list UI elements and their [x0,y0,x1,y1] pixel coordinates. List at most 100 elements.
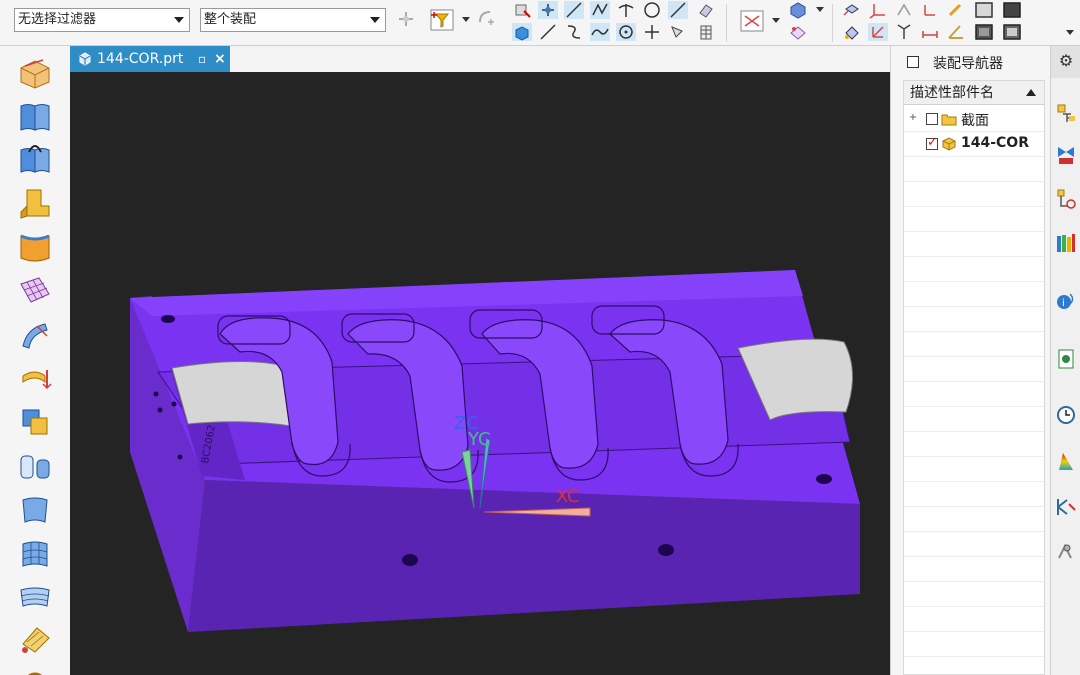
resource-bar: ⚙ i [1050,46,1080,675]
assembly-navigator-icon[interactable] [1055,102,1077,124]
wireframe-icon[interactable] [974,23,994,41]
snap-point-on-face-icon[interactable] [696,1,716,19]
snap-line-icon[interactable] [538,23,558,41]
ruled-surface-icon[interactable] [17,492,53,526]
snap-spline-icon[interactable] [590,23,610,41]
selection-filter-icon[interactable] [430,9,454,31]
tree-row-empty [904,157,1044,182]
face-icon[interactable] [17,230,53,264]
column-header-part-name[interactable]: 描述性部件名 [904,81,1044,105]
assembly-scope-dropdown[interactable]: 整个装配 [200,8,386,32]
document-tab[interactable]: 144-COR.prt ▫ × [70,46,230,72]
offset-surface-icon[interactable] [17,318,53,352]
snap-center-icon[interactable] [564,1,584,19]
hidden-edges-icon[interactable] [1002,23,1022,41]
top-toolbar: 无选择过滤器 整个装配 [0,0,1080,46]
measure-icon[interactable] [946,1,966,19]
chevron-down-icon[interactable] [462,17,470,22]
snap-curve-icon[interactable] [616,1,636,19]
shaded-edges-icon[interactable] [974,1,994,19]
system-materials-icon[interactable] [1055,540,1077,562]
expand-icon[interactable]: + [908,113,918,123]
tree-row-empty [904,307,1044,332]
snap-face-icon[interactable] [642,1,662,19]
constraint-navigator-icon[interactable] [1055,144,1077,166]
xc-axis-label: XC [556,486,580,507]
snap-table-icon[interactable] [696,23,716,41]
snap-quadrant-icon[interactable] [590,1,610,19]
close-icon[interactable]: × [214,46,226,72]
toolbar-overflow-icon[interactable] [1066,30,1074,35]
shaded-icon[interactable] [1002,1,1022,19]
part-file-icon [79,52,91,66]
chevron-down-icon [370,17,380,23]
tree-row-empty [904,382,1044,407]
snap-intersection-icon[interactable] [538,1,558,19]
sweep-icon[interactable] [17,142,53,176]
tree-row-empty [904,507,1044,532]
left-feature-toolbar [0,46,70,675]
angle-icon[interactable] [946,23,966,41]
chevron-down-icon[interactable] [816,7,824,12]
datum-axis-icon[interactable] [894,23,914,41]
tree-row-empty [904,207,1044,232]
settings-icon[interactable]: ⚙ [1051,46,1080,78]
trim-icon[interactable] [17,362,53,396]
model-front-face [188,480,860,632]
tree-row-label: 144-COR [961,135,1029,151]
show-hide-icon[interactable] [788,1,808,19]
snap-arc-icon[interactable] [564,23,584,41]
tree-row-empty [904,607,1044,632]
styled-blend-icon[interactable] [17,622,53,656]
navigator-pin-checkbox[interactable] [907,56,919,68]
side-hole [177,454,183,460]
view-fit-icon[interactable] [512,23,532,41]
snap-endpoint-icon[interactable] [476,8,496,26]
surface-icon[interactable] [17,100,53,134]
tree-row-sections[interactable]: + 截面 [904,107,1044,132]
web-browser-icon[interactable] [1055,348,1077,370]
selection-filter-dropdown[interactable]: 无选择过滤器 [14,8,190,32]
wcs-icon[interactable] [842,1,862,19]
chevron-down-icon[interactable] [772,18,780,23]
datum-icon[interactable] [868,23,888,41]
mold-core-model[interactable]: BC2062 ZC YC XC [70,72,890,675]
roles-icon[interactable] [1055,496,1077,518]
render-style-icon[interactable] [740,10,764,32]
layer-icon[interactable] [788,23,808,41]
visibility-checkbox[interactable] [926,113,938,125]
reuse-library-icon[interactable] [1055,232,1077,254]
mesh-surface-icon[interactable] [17,274,53,308]
visibility-checkbox[interactable] [926,135,938,150]
snap-existing-point-icon[interactable] [642,23,662,41]
snap-arc-center-icon[interactable] [616,23,636,41]
cylinder-icon[interactable] [17,448,53,482]
snap-grid-icon[interactable] [668,1,688,19]
studio-surface-icon[interactable] [17,536,53,570]
boolean-icon[interactable] [17,404,53,438]
sort-ascending-icon[interactable] [1026,89,1036,96]
toolbar-separator [726,4,727,42]
assembly-navigator-panel: 装配导航器 描述性部件名 + 截面 144-COR [890,46,1050,675]
snap-point-icon[interactable] [396,10,416,28]
part-navigator-icon[interactable] [1055,188,1077,210]
snap-bounded-icon[interactable] [668,23,688,41]
block-icon[interactable] [17,56,53,90]
snap-midpoint-icon[interactable] [512,1,532,19]
tree-row-empty [904,482,1044,507]
process-studio-icon[interactable] [1055,450,1077,472]
tab-pin-icon[interactable]: ▫ [198,46,206,72]
history-icon[interactable] [1055,404,1077,426]
dimension-icon[interactable] [920,23,940,41]
column-header-label: 描述性部件名 [910,85,994,101]
extrude-icon[interactable] [17,186,53,220]
tree-row-144-cor[interactable]: 144-COR [904,132,1044,157]
more-icon[interactable] [17,662,53,675]
move-csys-icon[interactable] [894,1,914,19]
hd3d-tools-icon[interactable]: i [1055,290,1077,312]
point-icon[interactable] [842,23,862,41]
graphics-viewport[interactable]: BC2062 ZC YC XC [70,72,890,675]
through-curves-icon[interactable] [17,580,53,614]
rotate-csys-icon[interactable] [920,1,940,19]
csys-icon[interactable] [868,1,888,19]
